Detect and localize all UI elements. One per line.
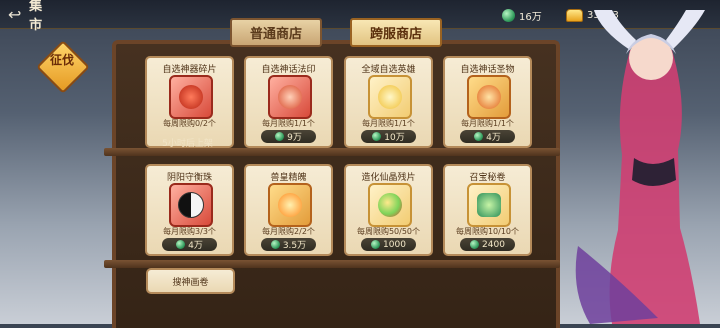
item-limit: 每周限购0/2个: [163, 119, 216, 128]
character-illustration: [575, 10, 705, 324]
item-frame: [368, 183, 412, 227]
crystal-fragment-icon: [378, 193, 402, 217]
item-frame: [169, 183, 213, 227]
yin-yang-orb-icon: [178, 192, 204, 218]
item-name: 自选神器碎片: [162, 65, 217, 75]
price-value: 9万: [287, 133, 302, 143]
item-limit: 每月限购1/1个: [362, 119, 415, 128]
price-value: 2400: [482, 239, 505, 250]
shop-item-card[interactable]: 自选神器碎片 每周限购0/2个: [145, 56, 234, 148]
jade-icon: [176, 240, 186, 249]
back-button[interactable]: ↩ 集市: [8, 0, 60, 33]
price-button[interactable]: 4万: [460, 130, 515, 143]
price-button[interactable]: 2400: [460, 238, 515, 251]
price-value: 4万: [486, 133, 501, 143]
shop-item-card[interactable]: 兽皇精魄 每月限购2/2个 3.5万: [244, 164, 333, 256]
shop-item-card[interactable]: 自选神话圣物 每月限购1/1个 4万: [443, 56, 532, 148]
back-arrow-icon: ↩: [8, 4, 22, 24]
price-button[interactable]: 10万: [361, 130, 416, 143]
jade-icon: [270, 240, 280, 249]
shelf-divider: [104, 148, 560, 156]
jade-icon: [372, 132, 382, 141]
item-name: 召宝秘卷: [469, 173, 506, 183]
item-name: 兽皇精魄: [270, 173, 307, 183]
shop-item-card[interactable]: 召宝秘卷 每周限购10/10个 2400: [443, 164, 532, 256]
item-limit: 每月限购1/1个: [461, 119, 514, 128]
item-limit: 每月限购3/3个: [163, 227, 216, 236]
price-button[interactable]: 1000: [361, 238, 416, 251]
jade-icon: [275, 132, 285, 141]
beast-soul-icon: [278, 193, 302, 217]
price-value: 3.5万: [282, 241, 307, 251]
scroll-icon: [477, 193, 501, 217]
shop-item-card[interactable]: 阴阳守衡珠 每月限购3/3个 4万: [145, 164, 234, 256]
seal-icon: [278, 85, 302, 109]
jade-icon: [470, 240, 480, 249]
item-limit: 每周限购50/50个: [356, 227, 421, 236]
jade-icon: [474, 132, 484, 141]
relic-icon: [477, 85, 501, 109]
item-name: 造化仙晶残片: [361, 173, 416, 183]
price-button[interactable]: 4万: [162, 238, 217, 251]
shelf-divider: [104, 260, 560, 268]
hero-bell-icon: [378, 85, 402, 109]
item-frame: [467, 183, 511, 227]
item-frame: [467, 75, 511, 119]
shop-item-card[interactable]: 搜神画卷: [146, 268, 235, 294]
jade-value: 16万: [519, 11, 542, 23]
item-frame: [268, 183, 312, 227]
shop-item-card[interactable]: 全域自选英雄 每月限购1/1个 10万: [344, 56, 433, 148]
jade-icon: [502, 8, 515, 22]
price-value: 1000: [383, 239, 406, 250]
artifact-shard-icon: [179, 85, 203, 109]
jade-currency: 16万: [502, 7, 542, 23]
item-name: 自选神话圣物: [460, 65, 515, 75]
page-title: 集市: [29, 0, 46, 33]
tab-cross-server-shop[interactable]: 跨服商店: [350, 18, 442, 47]
shop-item-card[interactable]: 自选神话法印 每月限购1/1个 9万: [244, 56, 333, 148]
price-button[interactable]: 3.5万: [261, 238, 316, 251]
side-tab-label: 征伐: [49, 53, 74, 67]
shop-item-card[interactable]: 造化仙晶残片 每周限购50/50个 1000: [344, 164, 433, 256]
item-name: 阴阳守衡珠: [166, 173, 212, 183]
price-value: 4万: [188, 241, 203, 251]
item-name: 全域自选英雄: [361, 65, 416, 75]
price-button[interactable]: 9万: [261, 130, 316, 143]
price-value: 10万: [384, 133, 405, 143]
item-name: 搜神画卷: [172, 277, 209, 288]
item-limit: 每周限购10/10个: [455, 227, 520, 236]
item-frame: [268, 75, 312, 119]
item-frame: [368, 75, 412, 119]
item-name: 自选神话法印: [261, 65, 316, 75]
side-tab-conquest[interactable]: [36, 40, 90, 94]
item-limit: 每月限购1/1个: [262, 119, 315, 128]
jade-icon: [371, 240, 381, 249]
restock-timer: 5小时后上架: [162, 139, 213, 149]
item-limit: 每月限购2/2个: [262, 227, 315, 236]
item-frame: [169, 75, 213, 119]
tab-normal-shop[interactable]: 普通商店: [230, 18, 322, 47]
